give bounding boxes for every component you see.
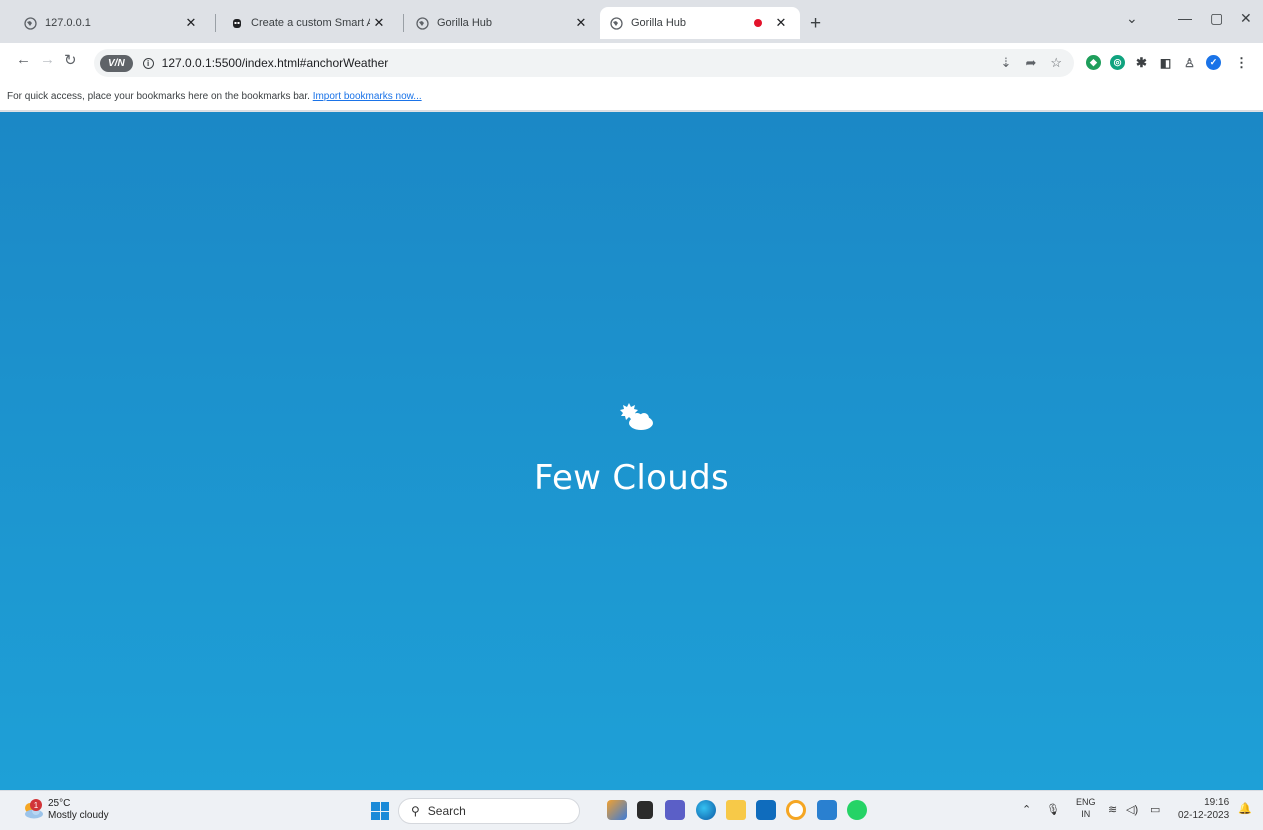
globe-icon bbox=[416, 16, 429, 30]
close-tab-icon[interactable]: ✕ bbox=[772, 15, 790, 31]
tab-title: Gorilla Hub bbox=[631, 17, 687, 29]
extensions-puzzle-icon[interactable]: ✱ bbox=[1134, 55, 1149, 70]
clock-date: 02-12-2023 bbox=[1178, 810, 1230, 821]
notification-badge: 1 bbox=[30, 799, 42, 811]
browser-tab-strip: 127.0.0.1 ✕ Create a custom Smart Assist… bbox=[0, 0, 1263, 43]
battery-icon[interactable]: ▭ bbox=[1150, 803, 1160, 816]
extension-shield-icon[interactable]: ◆ bbox=[1086, 55, 1101, 70]
tab-gorilla-hub-active[interactable]: Gorilla Hub ✕ bbox=[600, 7, 800, 39]
weather-description: Few Clouds bbox=[533, 458, 730, 498]
bookmarks-hint: For quick access, place your bookmarks h… bbox=[7, 91, 310, 102]
import-bookmarks-link[interactable]: Import bookmarks now... bbox=[313, 91, 422, 102]
bookmarks-bar: For quick access, place your bookmarks h… bbox=[0, 83, 1263, 111]
vscode-app-icon[interactable] bbox=[817, 800, 837, 820]
tab-divider bbox=[403, 14, 404, 32]
system-clock[interactable]: 19:16 02-12-2023 bbox=[1178, 796, 1229, 822]
windows-taskbar: 1 25°C Mostly cloudy ⚲ Search ⌃ 🎙 ENG IN… bbox=[0, 790, 1263, 830]
notification-bell-icon[interactable]: 🔔 bbox=[1238, 802, 1252, 815]
language-code: ENG bbox=[1076, 797, 1096, 807]
reload-icon[interactable]: ↻ bbox=[64, 51, 77, 69]
back-arrow-icon[interactable]: ← bbox=[16, 51, 31, 68]
tab-search-icon[interactable]: ⌄ bbox=[1126, 10, 1138, 27]
weather-page: Few Clouds bbox=[0, 112, 1263, 790]
tab-title: Create a custom Smart Assistant bbox=[251, 17, 370, 29]
bot-icon bbox=[230, 17, 243, 30]
mail-app-icon[interactable] bbox=[756, 800, 776, 820]
task-view-icon[interactable] bbox=[637, 801, 653, 819]
whatsapp-app-icon[interactable] bbox=[847, 800, 867, 820]
close-tab-icon[interactable]: ✕ bbox=[572, 15, 590, 31]
weather-widget[interactable]: 1 25°C Mostly cloudy bbox=[22, 798, 109, 822]
tab-divider bbox=[215, 14, 216, 32]
windows-start-icon[interactable] bbox=[371, 802, 389, 820]
teams-app-icon[interactable] bbox=[665, 800, 685, 820]
browser-toolbar: ← → ↻ V/N i 127.0.0.1:5500/index.html#an… bbox=[0, 43, 1263, 83]
extension-vpn-icon[interactable]: ✓ bbox=[1206, 55, 1221, 70]
recording-icon bbox=[754, 19, 762, 27]
taskbar-search[interactable]: ⚲ Search bbox=[398, 798, 580, 824]
tab-title: 127.0.0.1 bbox=[45, 17, 91, 29]
site-info-icon[interactable]: i bbox=[142, 57, 154, 69]
globe-icon bbox=[24, 16, 37, 30]
globe-icon bbox=[610, 16, 623, 30]
search-icon: ⚲ bbox=[411, 804, 420, 818]
forward-arrow-icon[interactable]: → bbox=[40, 51, 55, 68]
close-window-button[interactable]: ✕ bbox=[1240, 10, 1252, 27]
clock-time: 19:16 bbox=[1204, 797, 1230, 808]
language-indicator[interactable]: ENG IN bbox=[1076, 796, 1096, 820]
chrome-canary-icon[interactable] bbox=[786, 800, 806, 820]
close-tab-icon[interactable]: ✕ bbox=[370, 15, 388, 31]
minimize-button[interactable]: — bbox=[1178, 10, 1192, 26]
profile-icon[interactable]: ♙ bbox=[1182, 55, 1197, 70]
tab-title: Gorilla Hub bbox=[437, 17, 493, 29]
weather-condition: Mostly cloudy bbox=[48, 810, 109, 821]
share-icon[interactable]: ➦ bbox=[1025, 55, 1036, 71]
show-hidden-icons-chevron[interactable]: ⌃ bbox=[1022, 803, 1031, 816]
cloud-sun-icon: 1 bbox=[22, 799, 44, 819]
close-tab-icon[interactable]: ✕ bbox=[182, 15, 200, 31]
bookmark-star-icon[interactable]: ☆ bbox=[1050, 55, 1062, 71]
address-bar[interactable]: V/N i 127.0.0.1:5500/index.html#anchorWe… bbox=[94, 49, 1074, 77]
weather-temp: 25°C bbox=[48, 798, 71, 809]
few-clouds-icon bbox=[620, 403, 653, 430]
copilot-app-icon[interactable] bbox=[607, 800, 627, 820]
maximize-button[interactable]: ▢ bbox=[1210, 10, 1223, 27]
tab-localhost[interactable]: 127.0.0.1 ✕ bbox=[14, 7, 210, 39]
file-explorer-icon[interactable] bbox=[726, 800, 746, 820]
wifi-icon[interactable]: ≋ bbox=[1108, 803, 1117, 816]
url-text[interactable]: 127.0.0.1:5500/index.html#anchorWeather bbox=[162, 56, 389, 70]
tab-smart-assistant[interactable]: Create a custom Smart Assistant ✕ bbox=[220, 7, 398, 39]
search-label: Search bbox=[427, 804, 466, 818]
side-panel-icon[interactable]: ◧ bbox=[1158, 55, 1173, 70]
browser-menu-icon[interactable]: ⋮ bbox=[1234, 55, 1249, 70]
vpn-badge[interactable]: V/N bbox=[100, 54, 133, 72]
microphone-icon[interactable]: 🎙 bbox=[1046, 803, 1060, 816]
new-tab-button[interactable]: + bbox=[810, 13, 821, 35]
extension-chatgpt-icon[interactable]: ◎ bbox=[1110, 55, 1125, 70]
volume-icon[interactable]: ◁) bbox=[1126, 803, 1138, 816]
download-icon[interactable]: ⇣ bbox=[1001, 55, 1012, 71]
region-code: IN bbox=[1081, 809, 1091, 819]
edge-browser-icon[interactable] bbox=[696, 800, 716, 820]
tab-gorilla-hub[interactable]: Gorilla Hub ✕ bbox=[406, 7, 600, 39]
omnibox-actions: ⇣ ➦ ☆ bbox=[1001, 55, 1062, 71]
